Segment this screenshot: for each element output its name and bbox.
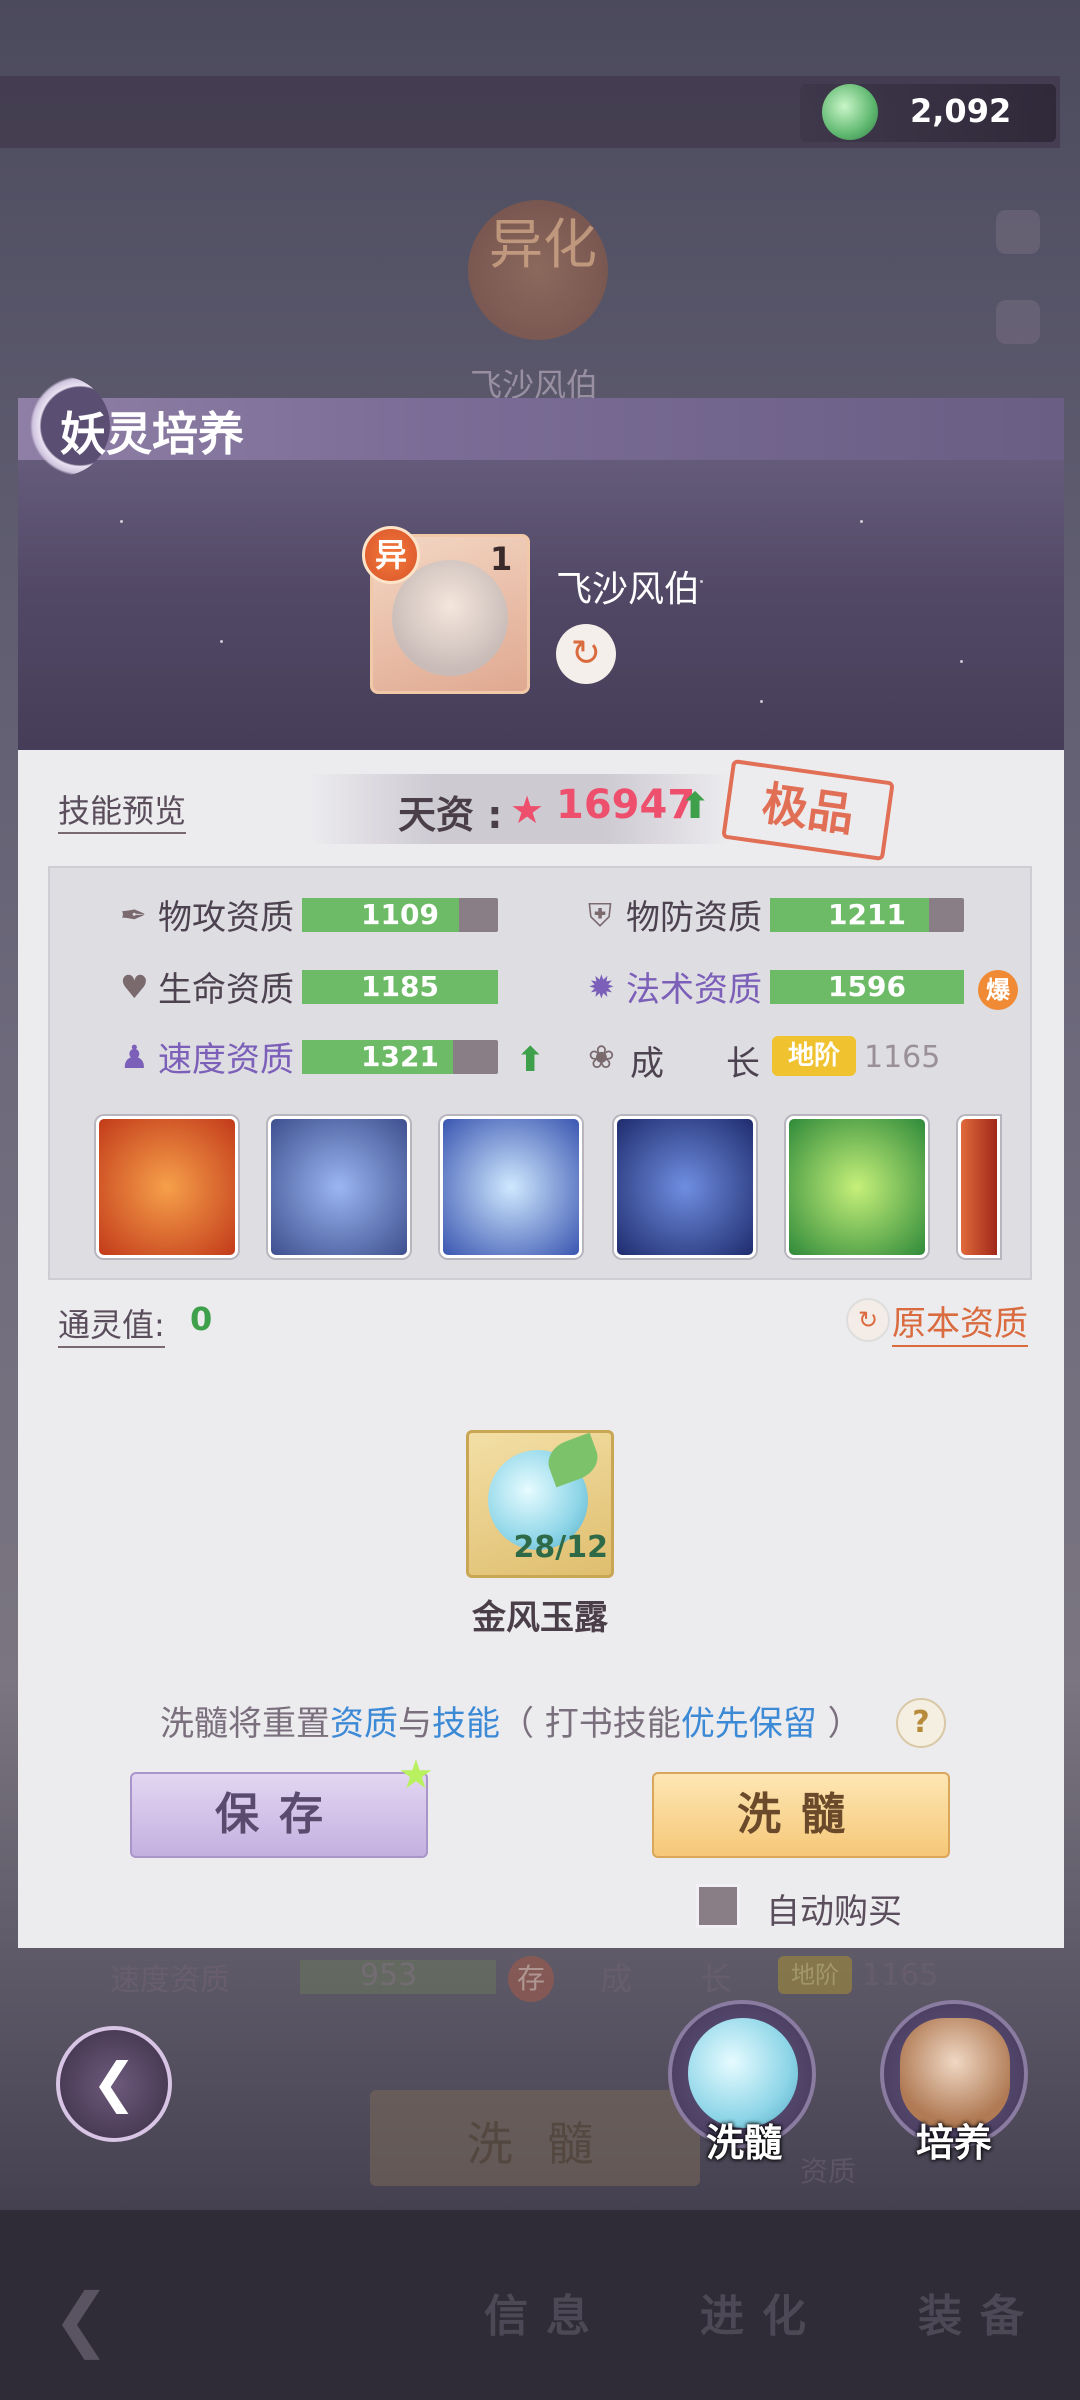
hint-highlight: 技能 xyxy=(432,1704,500,1744)
stat-value: 1211 xyxy=(828,898,906,931)
stat-label: 物攻资质 xyxy=(158,898,294,938)
background-emblem-text: 异化 xyxy=(489,213,597,276)
character-name: 飞沙风伯 xyxy=(556,569,701,610)
stat-label: 法术资质 xyxy=(626,970,762,1010)
sparkle xyxy=(120,520,123,523)
auto-buy-label: 自动购买 xyxy=(766,1892,902,1932)
sparkle xyxy=(220,640,223,643)
stat-label: 生命资质 xyxy=(158,970,294,1010)
variant-badge: 异 xyxy=(362,526,420,584)
stat-bar: 1185 xyxy=(302,970,498,1004)
sparkle xyxy=(760,700,763,703)
wash-button[interactable]: 洗髓 xyxy=(652,1772,950,1858)
character-level: 1 xyxy=(490,540,513,578)
talent-label: 天资 : xyxy=(398,793,503,837)
wash-action-label: 洗髓 xyxy=(705,2121,782,2165)
stat-bar: 1109 xyxy=(302,898,498,932)
skill-partial-icon[interactable] xyxy=(958,1116,1000,1258)
swap-character-icon[interactable]: ↻ xyxy=(556,624,616,684)
stat-bar: 1321 xyxy=(302,1040,498,1074)
sparkle xyxy=(960,660,963,663)
lock-icon[interactable] xyxy=(996,210,1040,254)
skill-owl-spirit-icon[interactable] xyxy=(268,1116,410,1258)
original-aptitude-link[interactable]: 原本资质 xyxy=(892,1296,1028,1347)
background-growth-value: 1165 xyxy=(862,1958,939,1993)
background-wash-label: 洗 髓 xyxy=(466,2117,604,2171)
spirit-value-label: 通灵值: xyxy=(58,1300,165,1348)
hint-text: （ 打书技能 xyxy=(500,1704,681,1744)
magic-icon: ✹ xyxy=(588,968,615,1006)
background-speed-label: 速度资质 xyxy=(110,1963,230,1998)
hint-highlight: 资质 xyxy=(330,1704,398,1744)
brush-icon[interactable] xyxy=(996,300,1040,344)
jade-coin-icon xyxy=(822,84,878,140)
stat-bar: 1596 xyxy=(770,970,964,1004)
arrow-up-icon: ⬆ xyxy=(516,1040,545,1080)
stat-value: 1109 xyxy=(361,898,439,931)
hint-text: 洗髓将重置 xyxy=(160,1704,330,1744)
background-growth-tag: 地阶 xyxy=(778,1956,852,1994)
heart-icon: ♥ xyxy=(120,968,149,1006)
growth-label-2: 长 xyxy=(726,1044,760,1084)
shield-icon: ⛨ xyxy=(588,896,613,934)
background-growth-label-2: 长 xyxy=(700,1960,733,1998)
wash-hint: 洗髓将重置资质与技能（ 打书技能优先保留 ） xyxy=(160,1696,862,1745)
hint-text: ） xyxy=(816,1704,862,1744)
star-icon: ★ xyxy=(510,788,545,832)
skill-green-hat-icon[interactable] xyxy=(786,1116,928,1258)
growth-tier-tag: 地阶 xyxy=(772,1036,856,1076)
stat-label: 速度资质 xyxy=(158,1040,294,1080)
skill-fire-meditation-icon[interactable] xyxy=(96,1116,238,1258)
stat-value: 1321 xyxy=(361,1040,439,1073)
stat-value: 1596 xyxy=(828,970,906,1003)
panel-title: 妖灵培养 xyxy=(60,407,244,461)
stat-label: 物防资质 xyxy=(626,898,762,938)
train-action-label: 培养 xyxy=(915,2121,992,2165)
tab-info[interactable]: 信息 xyxy=(484,2280,608,2344)
tab-equip[interactable]: 装备 xyxy=(918,2280,1042,2344)
attack-icon: ✒ xyxy=(120,896,147,934)
star-icon: ★ xyxy=(398,1752,434,1798)
bottom-back-icon[interactable]: ❮ xyxy=(52,2278,111,2360)
background-speed-value: 953 xyxy=(360,1958,418,1993)
boot-icon: ♟ xyxy=(120,1038,149,1076)
burst-badge: 爆 xyxy=(978,970,1018,1010)
stat-value: 1185 xyxy=(361,970,439,1003)
item-count: 28/12 xyxy=(513,1530,608,1565)
sparkle xyxy=(700,580,703,583)
background-growth-label: 成 xyxy=(600,1960,633,1998)
save-button[interactable]: 保存 xyxy=(130,1772,428,1858)
growth-value: 1165 xyxy=(864,1040,941,1075)
auto-buy-checkbox[interactable] xyxy=(696,1884,740,1928)
item-name: 金风玉露 xyxy=(472,1598,608,1638)
currency-value: 2,092 xyxy=(910,92,1012,130)
hint-highlight: 优先保留 xyxy=(680,1704,817,1744)
tab-evolve[interactable]: 进化 xyxy=(700,2280,824,2344)
skill-shield-break-icon[interactable] xyxy=(440,1116,582,1258)
growth-label: 成 xyxy=(630,1044,664,1084)
background-store-badge: 存 xyxy=(508,1956,554,2002)
skill-preview-link[interactable]: 技能预览 xyxy=(58,786,187,834)
skill-shadow-demon-icon[interactable] xyxy=(614,1116,756,1258)
arrow-up-icon: ⬆ xyxy=(680,786,711,827)
back-button[interactable]: ❮ xyxy=(56,2026,172,2142)
talent-value: 16947 xyxy=(556,782,696,828)
spirit-value: 0 xyxy=(190,1300,213,1338)
help-icon[interactable]: ? xyxy=(896,1698,946,1748)
hint-text: 与 xyxy=(398,1704,432,1744)
background-speed-row: 速度资质 xyxy=(110,1955,230,1999)
refresh-icon[interactable]: ↻ xyxy=(846,1298,890,1342)
stat-bar: 1211 xyxy=(770,898,964,932)
sparkle xyxy=(860,520,863,523)
paw-icon: ❀ xyxy=(588,1038,615,1076)
